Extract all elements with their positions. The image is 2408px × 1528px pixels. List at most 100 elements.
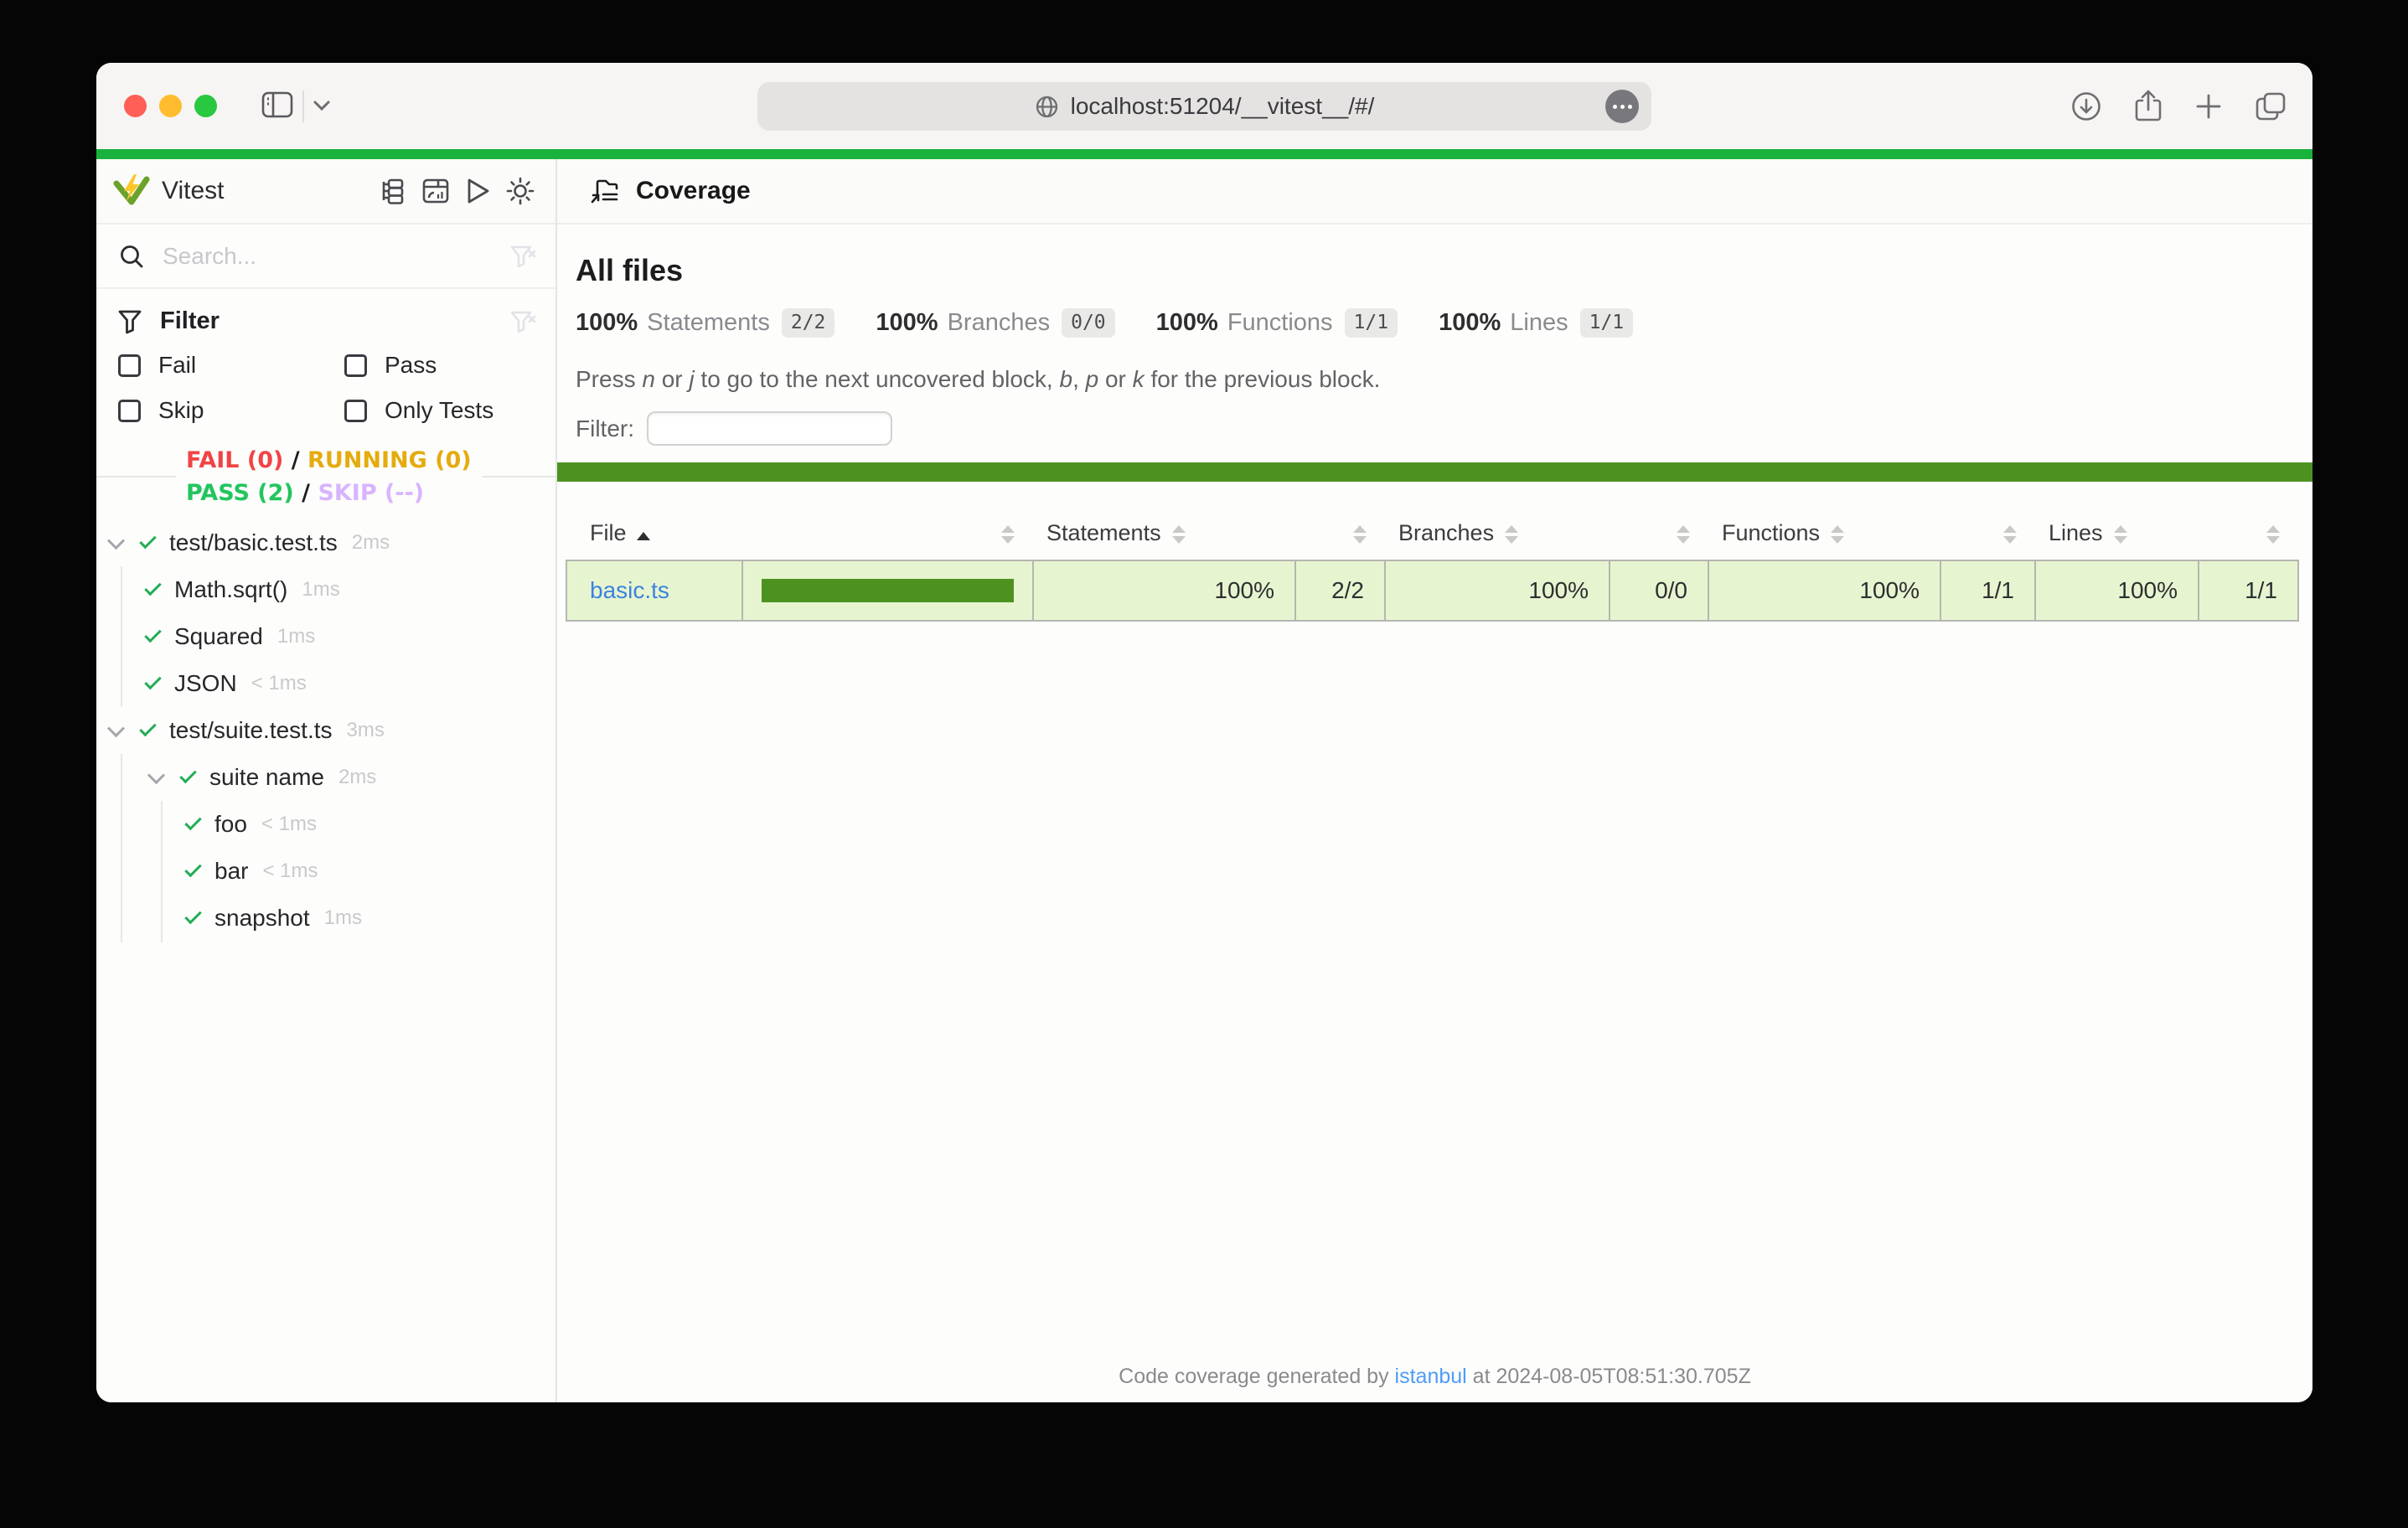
pass-count: PASS (2) [186, 480, 294, 506]
test-duration: 2ms [338, 766, 376, 789]
tree-item-file[interactable]: test/suite.test.ts 3ms [96, 707, 555, 754]
file-cell: basic.ts [566, 560, 742, 621]
toolbar-divider [302, 90, 304, 122]
fail-count: FAIL (0) [186, 447, 283, 473]
table-header-row: File Statements Branches Functions Lines [566, 507, 2298, 560]
clear-filters-icon[interactable] [509, 309, 536, 334]
filter-section: Filter Fail Pass [96, 289, 555, 444]
pass-check-icon [179, 767, 197, 784]
test-duration: < 1ms [261, 813, 317, 836]
table-filter-label: Filter: [576, 416, 634, 442]
tree-item-suite[interactable]: suite name 2ms [96, 754, 555, 801]
istanbul-link[interactable]: istanbul [1395, 1365, 1467, 1388]
vitest-sidebar: Vitest [96, 159, 557, 1402]
sort-icon [1505, 525, 1518, 544]
file-link[interactable]: basic.ts [590, 577, 669, 603]
tree-guide-line [161, 801, 163, 942]
test-tree: test/basic.test.ts 2ms Math.sqrt() 1ms S… [96, 519, 555, 1402]
column-header-statements-frac-sort[interactable] [1295, 507, 1385, 560]
pass-check-icon [144, 579, 162, 596]
sorted-ascending-icon [637, 532, 650, 540]
new-tab-button[interactable] [2194, 92, 2223, 121]
chevron-down-icon[interactable] [313, 100, 331, 111]
pass-check-icon [144, 673, 162, 690]
column-header-file[interactable]: File [566, 507, 742, 560]
minimize-window-button[interactable] [159, 95, 182, 117]
search-input[interactable] [163, 243, 491, 270]
filter-checkbox-pass[interactable]: Pass [344, 352, 536, 379]
downloads-button[interactable] [2070, 90, 2102, 122]
test-duration: < 1ms [262, 860, 318, 883]
pass-check-icon [144, 626, 162, 643]
chevron-down-icon[interactable] [107, 532, 125, 550]
checkbox-icon[interactable] [118, 400, 141, 422]
close-window-button[interactable] [124, 95, 147, 117]
tree-item-test[interactable]: Math.sqrt() 1ms [96, 566, 555, 613]
test-duration: 3ms [347, 719, 385, 742]
fraction-badge: 1/1 [1345, 308, 1398, 338]
coverage-summary: 100% Statements 2/2 100% Branches 0/0 10… [576, 308, 2312, 338]
column-header-functions[interactable]: Functions [1708, 507, 1940, 560]
checkbox-icon[interactable] [344, 354, 367, 377]
filter-checkbox-skip[interactable]: Skip [118, 397, 344, 424]
clear-search-filter-icon[interactable] [509, 244, 536, 269]
coverage-panel: Coverage All files 100% Statements 2/2 1… [557, 159, 2312, 1402]
tree-item-file[interactable]: test/basic.test.ts 2ms [96, 519, 555, 566]
column-header-lines[interactable]: Lines [2035, 507, 2199, 560]
coverage-report-icon [589, 177, 619, 205]
lines-frac-cell: 1/1 [2199, 560, 2298, 621]
filter-checkbox-fail[interactable]: Fail [118, 352, 344, 379]
browser-toolbar: localhost:51204/__vitest__/#/ [96, 63, 2312, 149]
column-header-functions-frac-sort[interactable] [1940, 507, 2035, 560]
filter-title: Filter [160, 307, 491, 335]
pass-check-icon [184, 907, 202, 925]
tree-item-test[interactable]: foo < 1ms [96, 801, 555, 848]
share-button[interactable] [2133, 90, 2163, 123]
test-duration: 1ms [302, 578, 339, 601]
test-duration: 2ms [352, 531, 390, 555]
checkbox-icon[interactable] [344, 400, 367, 422]
column-header-graph-sort[interactable] [742, 507, 1033, 560]
functions-frac-cell: 1/1 [1940, 560, 2035, 621]
sort-icon [1353, 525, 1367, 544]
skip-count: SKIP (--) [318, 480, 424, 506]
report-heading: All files [576, 253, 2312, 288]
chevron-down-icon[interactable] [107, 720, 125, 737]
tree-guide-line [121, 566, 122, 707]
funnel-icon [118, 309, 142, 334]
tree-item-test[interactable]: JSON < 1ms [96, 660, 555, 707]
tree-item-test[interactable]: snapshot 1ms [96, 895, 555, 942]
app-title: Vitest [162, 177, 225, 205]
table-filter-input[interactable] [647, 411, 892, 446]
dark-mode-toggle-icon[interactable] [505, 176, 535, 206]
search-icon [119, 244, 144, 269]
checkbox-icon[interactable] [118, 354, 141, 377]
dashboard-icon[interactable] [421, 177, 450, 205]
column-header-branches-frac-sort[interactable] [1610, 507, 1708, 560]
summary-branches: 100% Branches 0/0 [876, 308, 1114, 338]
filter-checkbox-only-tests[interactable]: Only Tests [344, 397, 536, 424]
column-header-branches[interactable]: Branches [1385, 507, 1610, 560]
tree-item-test[interactable]: bar < 1ms [96, 848, 555, 895]
sidebar-toggle-icon[interactable] [261, 90, 293, 119]
functions-pct-cell: 100% [1708, 560, 1940, 621]
tree-item-test[interactable]: Squared 1ms [96, 613, 555, 660]
branches-frac-cell: 0/0 [1610, 560, 1708, 621]
pass-check-icon [184, 813, 202, 831]
test-tree-view-icon[interactable] [379, 177, 407, 205]
run-all-tests-icon[interactable] [464, 177, 491, 205]
report-footer: Code coverage generated by istanbul at 2… [557, 1365, 2312, 1389]
tab-overview-button[interactable] [2254, 90, 2287, 122]
running-count: RUNNING (0) [307, 447, 472, 473]
maximize-window-button[interactable] [194, 95, 217, 117]
page-settings-button[interactable] [1605, 90, 1639, 123]
column-header-lines-frac-sort[interactable] [2199, 507, 2298, 560]
column-header-statements[interactable]: Statements [1033, 507, 1295, 560]
summary-lines: 100% Lines 1/1 [1439, 308, 1633, 338]
coverage-table: File Statements Branches Functions Lines [566, 507, 2299, 622]
summary-statements: 100% Statements 2/2 [576, 308, 835, 338]
address-bar[interactable]: localhost:51204/__vitest__/#/ [757, 82, 1651, 131]
fraction-badge: 0/0 [1062, 308, 1115, 338]
chevron-down-icon[interactable] [147, 767, 165, 784]
tree-guide-line [121, 754, 122, 942]
